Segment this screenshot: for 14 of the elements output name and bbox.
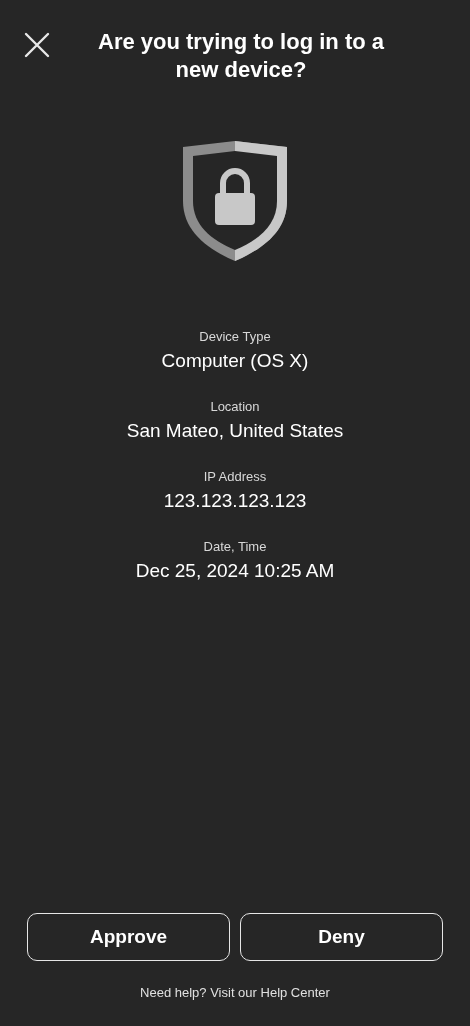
detail-label: IP Address — [203, 469, 267, 484]
detail-label: Date, Time — [203, 539, 267, 554]
detail-label: Location — [210, 399, 260, 414]
approve-button[interactable]: Approve — [27, 913, 230, 961]
close-button[interactable] — [22, 30, 52, 60]
detail-value: 123.123.123.123 — [163, 490, 307, 512]
detail-value: Dec 25, 2024 10:25 AM — [135, 560, 335, 582]
help-text: Need help? Visit our Help Center — [140, 985, 330, 1000]
dialog-title: Are you trying to log in to a new device? — [97, 28, 385, 84]
detail-value: Computer (OS X) — [161, 350, 309, 372]
deny-button[interactable]: Deny — [240, 913, 443, 961]
detail-value: San Mateo, United States — [126, 420, 344, 442]
close-icon — [24, 32, 50, 58]
detail-label: Device Type — [199, 329, 271, 344]
